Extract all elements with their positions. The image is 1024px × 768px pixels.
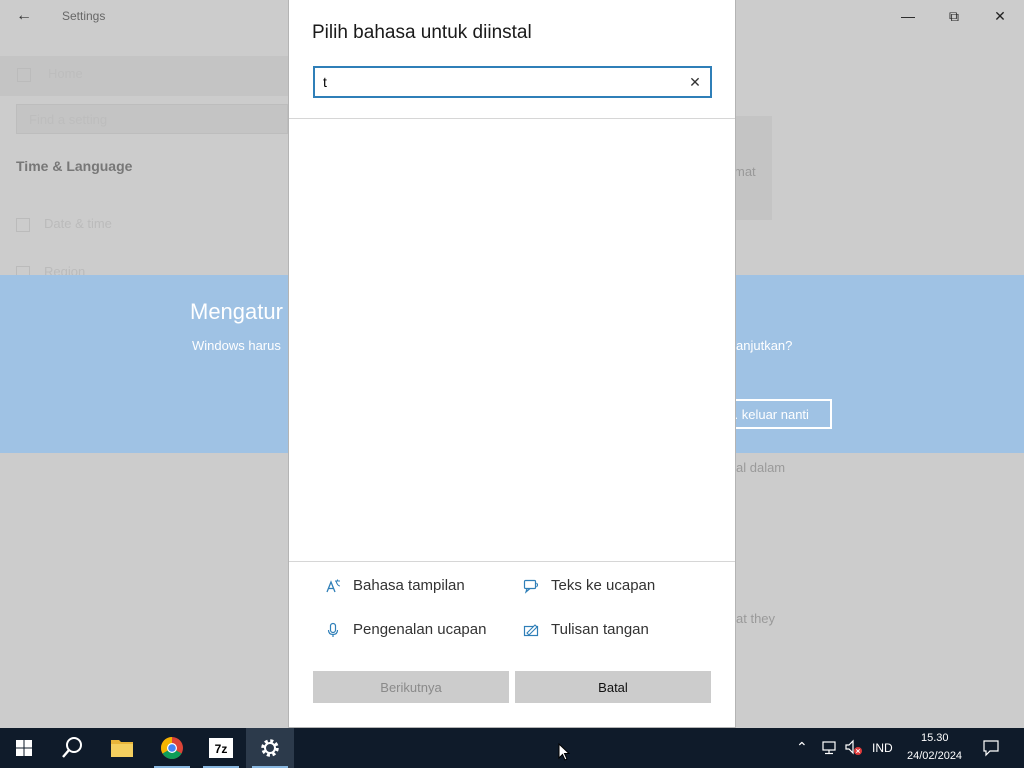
banner-heading: Mengatur <box>190 299 283 324</box>
language-search-box[interactable]: ✕ <box>313 66 712 98</box>
handwriting-icon <box>523 624 539 637</box>
restore-icon[interactable]: ⧉ <box>944 6 964 26</box>
text-to-speech-icon <box>523 579 539 594</box>
cancel-button[interactable]: Batal <box>515 671 711 703</box>
svg-text:7z: 7z <box>215 742 228 756</box>
chrome-icon <box>161 737 183 759</box>
clock-time[interactable]: 15.30 <box>921 732 949 744</box>
show-hidden-icons-chevron-icon[interactable]: ⌃ <box>796 739 808 756</box>
action-center-icon[interactable] <box>982 739 1000 757</box>
clock-date[interactable]: 24/02/2024 <box>907 750 962 762</box>
nav-date-time[interactable]: Date & time <box>16 216 112 232</box>
feature-label: Tulisan tangan <box>551 621 649 638</box>
7zip-button[interactable]: 7z <box>197 728 245 768</box>
search-icon <box>62 737 82 758</box>
find-setting-input[interactable]: Find a setting <box>16 104 288 134</box>
sign-out-later-label: k. keluar nanti <box>728 407 809 422</box>
clear-icon[interactable]: ✕ <box>688 74 702 90</box>
section-title: Time & Language <box>16 158 133 174</box>
choose-language-dialog: Pilih bahasa untuk diinstal ✕ Bahasa tam… <box>288 0 736 728</box>
nav-home-label: Home <box>48 66 83 81</box>
calendar-icon <box>16 217 30 232</box>
display-language-icon <box>326 579 341 593</box>
back-arrow-icon[interactable]: ← <box>14 7 34 25</box>
volume-muted-icon[interactable] <box>844 739 864 757</box>
folder-icon <box>111 740 133 757</box>
minimize-icon[interactable]: — <box>898 6 918 26</box>
7zip-icon: 7z <box>209 738 233 758</box>
settings-taskbar-button[interactable] <box>246 728 294 768</box>
gear-icon <box>261 739 279 757</box>
partial-text: at they <box>736 611 776 626</box>
start-button[interactable] <box>0 728 48 768</box>
find-setting-placeholder: Find a setting <box>29 112 108 127</box>
partial-text: al dalam <box>736 460 786 475</box>
language-results-list[interactable] <box>289 120 735 560</box>
input-language-indicator[interactable]: IND <box>872 741 893 755</box>
network-icon[interactable] <box>820 740 838 756</box>
feature-label: Pengenalan ucapan <box>353 621 487 638</box>
taskbar-search-button[interactable] <box>48 728 96 768</box>
close-icon[interactable]: ✕ <box>990 6 1010 26</box>
file-explorer-button[interactable] <box>98 728 146 768</box>
windows-logo-icon <box>16 740 32 756</box>
banner-text-right: anjutkan? <box>736 338 793 353</box>
mouse-cursor-icon <box>558 743 570 761</box>
top-divider <box>289 118 735 119</box>
next-button[interactable]: Berikutnya <box>313 671 509 703</box>
nav-home[interactable]: Home <box>0 56 300 96</box>
language-search-input[interactable] <box>323 72 673 92</box>
nav-date-time-label: Date & time <box>44 216 112 231</box>
window-title: Settings <box>62 9 106 23</box>
microphone-icon <box>327 622 339 637</box>
banner-text: Windows harus <box>192 338 281 353</box>
chrome-button[interactable] <box>148 728 196 768</box>
bottom-divider <box>289 561 735 562</box>
card-text: mat <box>734 164 756 179</box>
feature-label: Teks ke ucapan <box>551 577 656 594</box>
dialog-title: Pilih bahasa untuk diinstal <box>312 22 532 43</box>
feature-label: Bahasa tampilan <box>353 577 465 594</box>
taskbar: 7z ⌃ IND 15.30 24/02/2024 <box>0 728 1024 768</box>
home-icon <box>17 68 31 82</box>
